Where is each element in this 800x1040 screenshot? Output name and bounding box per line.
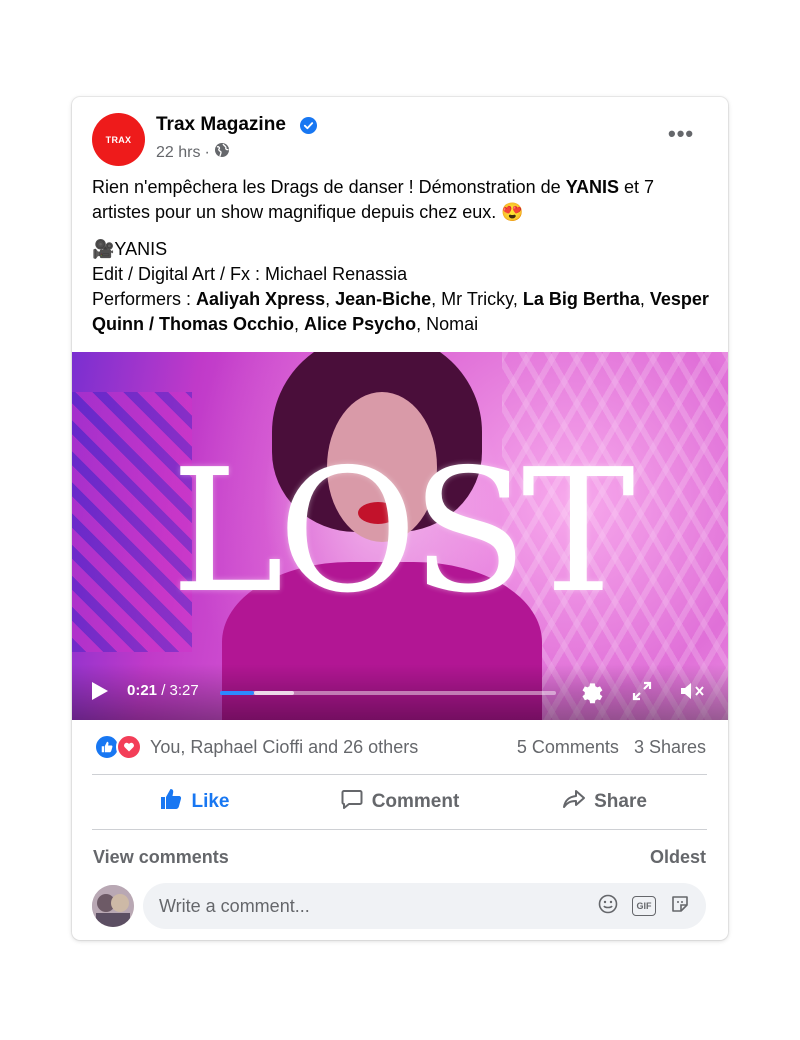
- video-overlay-title: LOST: [170, 433, 635, 631]
- view-comments-link[interactable]: View comments: [93, 847, 229, 868]
- credit-line: 🎥YANIS: [92, 239, 168, 259]
- gif-icon[interactable]: GIF: [632, 896, 656, 916]
- comment-sort-toggle[interactable]: Oldest: [650, 847, 706, 868]
- muted-speaker-icon[interactable]: [678, 679, 706, 708]
- globe-icon: [214, 142, 230, 163]
- shares-count[interactable]: 3 Shares: [634, 737, 706, 757]
- comment-label: Comment: [371, 791, 460, 812]
- share-button[interactable]: Share: [502, 777, 707, 827]
- comment-button[interactable]: Comment: [297, 777, 502, 827]
- video-buffer: [253, 691, 294, 695]
- fullscreen-icon[interactable]: [630, 679, 654, 708]
- thumbs-up-icon: [159, 787, 183, 817]
- engagement-counts: 5 Comments 3 Shares: [517, 737, 706, 758]
- gif-label: GIF: [636, 901, 652, 911]
- post-meta: 22 hrs ·: [156, 142, 230, 163]
- camera-emoji: 🎥: [92, 239, 115, 259]
- comments-count[interactable]: 5 Comments: [517, 737, 619, 757]
- share-arrow-icon: [562, 787, 586, 817]
- love-reaction-icon: [116, 734, 142, 760]
- post-caption: Rien n'empêchera les Drags de danser ! D…: [92, 177, 655, 222]
- video-progress-bar[interactable]: [220, 691, 556, 695]
- settings-gear-icon[interactable]: [578, 679, 604, 710]
- page-name[interactable]: Trax Magazine: [156, 114, 286, 136]
- comment-bubble-icon: [340, 787, 364, 817]
- play-icon[interactable]: [92, 682, 108, 700]
- video-player[interactable]: LOST 0:21 / 3:27: [72, 352, 728, 720]
- video-controls: 0:21 / 3:27: [72, 664, 728, 720]
- page-avatar-text: TRAX: [105, 134, 132, 145]
- heart-eyes-emoji: 😍: [501, 202, 524, 222]
- more-options-icon[interactable]: •••: [668, 123, 694, 145]
- edit-line: Edit / Digital Art / Fx : Michael Renass…: [92, 264, 408, 284]
- divider: [92, 774, 707, 775]
- comment-input[interactable]: Write a comment... GIF: [143, 883, 706, 929]
- like-button[interactable]: Like: [92, 777, 297, 827]
- post-actions: Like Comment Share: [92, 777, 707, 827]
- like-label: Like: [191, 791, 230, 812]
- video-progress-fill: [220, 691, 254, 695]
- post-card: TRAX Trax Magazine 22 hrs · ••• Rien n'e…: [72, 97, 728, 940]
- post-time[interactable]: 22 hrs: [156, 144, 200, 162]
- reactions-summary[interactable]: You, Raphael Cioffi and 26 others: [94, 734, 418, 760]
- comment-placeholder: Write a comment...: [159, 895, 310, 916]
- divider: [92, 829, 707, 830]
- user-avatar[interactable]: [92, 885, 134, 927]
- meta-dot: ·: [204, 143, 210, 161]
- reactions-text: You, Raphael Cioffi and 26 others: [150, 736, 419, 757]
- video-time: 0:21 / 3:27: [127, 682, 199, 699]
- performers-line: Performers : Aaliyah Xpress, Jean-Biche,…: [92, 289, 709, 334]
- emoji-smile-icon[interactable]: [598, 894, 618, 919]
- page-avatar[interactable]: TRAX: [92, 113, 145, 166]
- post-text: Rien n'empêchera les Drags de danser ! D…: [92, 175, 712, 337]
- verified-icon: [300, 117, 317, 134]
- sticker-icon[interactable]: [670, 894, 690, 919]
- share-label: Share: [594, 791, 647, 812]
